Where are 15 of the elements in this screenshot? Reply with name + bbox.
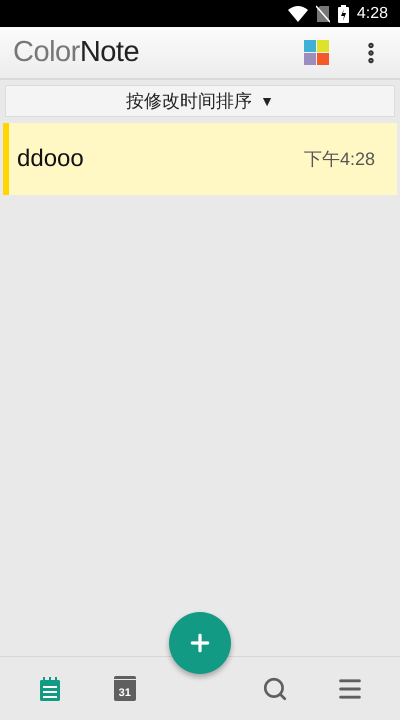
note-title: ddooo <box>17 144 84 174</box>
battery-icon <box>338 4 349 22</box>
search-icon[interactable] <box>262 676 288 702</box>
app-logo: ColorNote <box>13 38 140 67</box>
calendar-icon[interactable]: 31 <box>114 676 136 701</box>
no-sim-icon <box>316 4 330 22</box>
notepad-icon[interactable] <box>38 676 62 702</box>
color-grid-icon[interactable] <box>304 40 330 66</box>
calendar-day: 31 <box>118 686 131 700</box>
add-note-button[interactable] <box>168 612 231 674</box>
note-time: 下午4:28 <box>304 148 375 170</box>
wifi-icon <box>288 6 308 22</box>
note-card[interactable]: ddooo 下午4:28 <box>3 123 397 195</box>
status-time: 4:28 <box>356 4 388 24</box>
sort-dropdown[interactable]: 按修改时间排序 ▼ <box>5 85 395 117</box>
